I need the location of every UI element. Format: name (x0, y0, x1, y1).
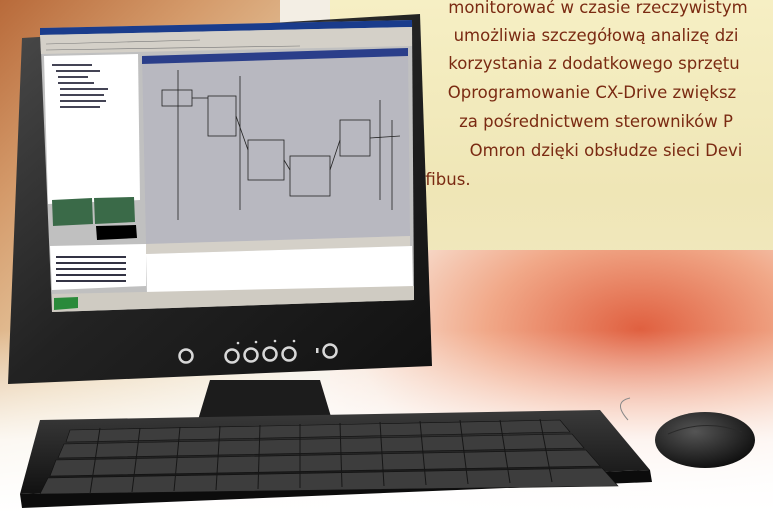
computer-scene (8, 14, 755, 508)
mouse-icon (620, 397, 755, 468)
monitor-icon (8, 14, 432, 384)
keyboard-icon (20, 410, 652, 508)
